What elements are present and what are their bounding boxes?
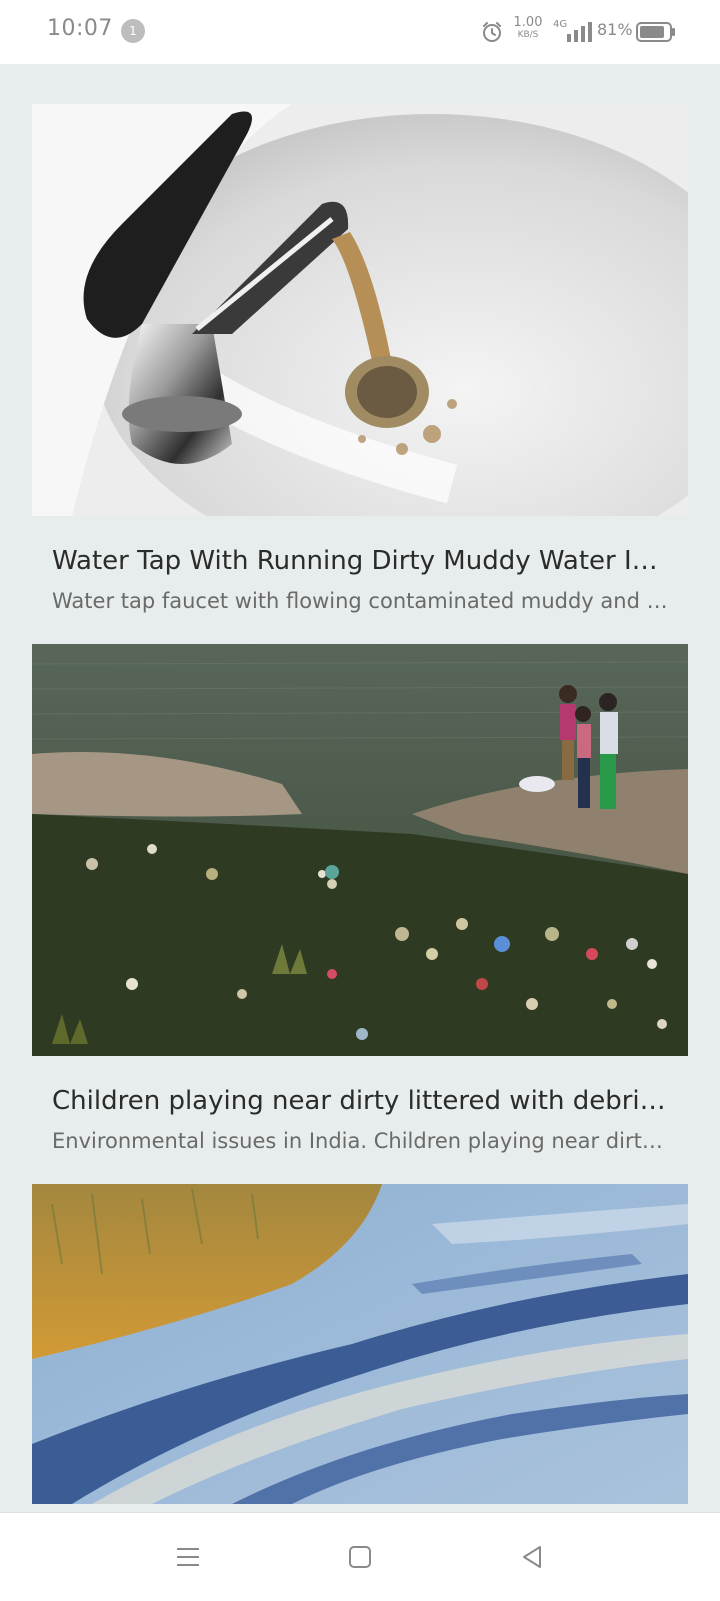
system-nav-bar (0, 1512, 720, 1601)
signal-icon (567, 22, 592, 42)
article-description: Water tap faucet with flowing contaminat… (52, 589, 672, 613)
network-speed: 1.00 KB/S (510, 16, 546, 40)
article-title[interactable]: Water Tap With Running Dirty Muddy Water… (52, 546, 672, 576)
back-icon (523, 1546, 541, 1568)
network-speed-value: 1.00 (513, 15, 543, 30)
article-text[interactable]: Water Tap With Running Dirty Muddy Water… (32, 516, 688, 644)
article-feed: Water Tap With Running Dirty Muddy Water… (32, 104, 688, 1504)
notification-count-badge: 1 (121, 19, 145, 43)
article-image-oily-water[interactable] (32, 1184, 688, 1504)
battery-icon (636, 22, 675, 42)
article-image-faucet[interactable] (32, 104, 688, 516)
article-text[interactable]: Children playing near dirty littered wit… (32, 1056, 688, 1184)
article-image-polluted-water[interactable] (32, 644, 688, 1056)
article-card[interactable]: Water Tap With Running Dirty Muddy Water… (32, 104, 688, 644)
home-button[interactable] (338, 1535, 382, 1579)
article-card[interactable] (32, 1184, 688, 1504)
menu-button[interactable] (166, 1535, 210, 1579)
home-icon (349, 1546, 371, 1568)
article-title[interactable]: Children playing near dirty littered wit… (52, 1086, 672, 1116)
article-card[interactable]: Children playing near dirty littered wit… (32, 644, 688, 1184)
menu-icon (177, 1548, 199, 1566)
back-button[interactable] (510, 1535, 554, 1579)
article-description: Environmental issues in India. Children … (52, 1129, 672, 1153)
status-time: 10:07 (47, 16, 113, 41)
network-speed-unit: KB/S (517, 30, 539, 40)
alarm-icon (483, 22, 501, 42)
status-bar: 10:07 1 1.00 KB/S 4G 81% (0, 0, 720, 64)
battery-percent: 81% (597, 20, 633, 39)
